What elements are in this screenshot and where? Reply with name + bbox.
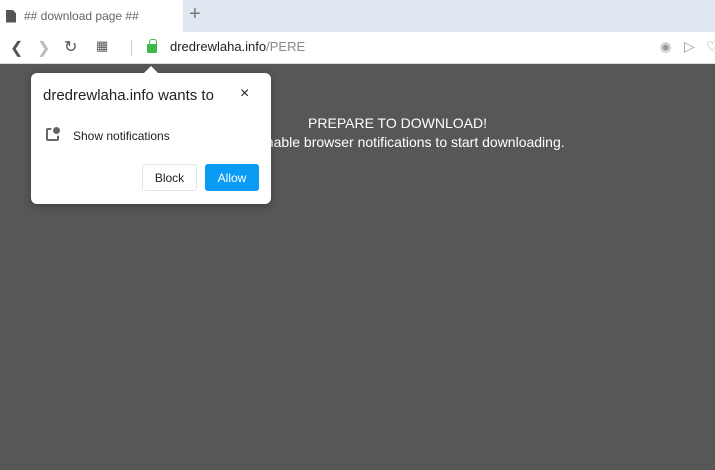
send-icon[interactable]: ▷ — [684, 38, 695, 55]
back-icon[interactable]: ❮ — [10, 38, 23, 58]
heart-icon[interactable]: ♡ — [706, 38, 715, 55]
new-tab-button[interactable]: + — [189, 3, 201, 26]
tabs-grid-icon[interactable]: ▦ — [96, 38, 108, 54]
close-icon[interactable]: × — [240, 85, 249, 103]
notification-icon — [46, 125, 62, 141]
divider — [131, 40, 132, 56]
page-subtext: enable browser notifications to start do… — [258, 134, 565, 150]
lock-icon[interactable] — [147, 39, 157, 53]
url-host: dredrewlaha.info — [170, 39, 267, 54]
tab-bar: ## download page ## + — [0, 0, 715, 32]
forward-icon[interactable]: ❯ — [37, 38, 50, 58]
reload-icon[interactable]: ↻ — [64, 37, 77, 57]
url-path: /PERE — [266, 39, 306, 54]
address-bar[interactable]: dredrewlaha.info/PERE — [170, 39, 305, 54]
tab-title: ## download page ## — [24, 9, 139, 23]
tab-active[interactable]: ## download page ## — [0, 0, 183, 32]
permission-label: Show notifications — [73, 129, 170, 143]
document-icon — [6, 9, 16, 23]
allow-button[interactable]: Allow — [205, 164, 259, 191]
block-button[interactable]: Block — [142, 164, 197, 191]
camera-icon[interactable]: ◉ — [660, 39, 671, 55]
notification-permission-popup: dredrewlaha.info wants to × Show notific… — [31, 66, 271, 204]
popup-title: dredrewlaha.info wants to — [43, 87, 214, 104]
